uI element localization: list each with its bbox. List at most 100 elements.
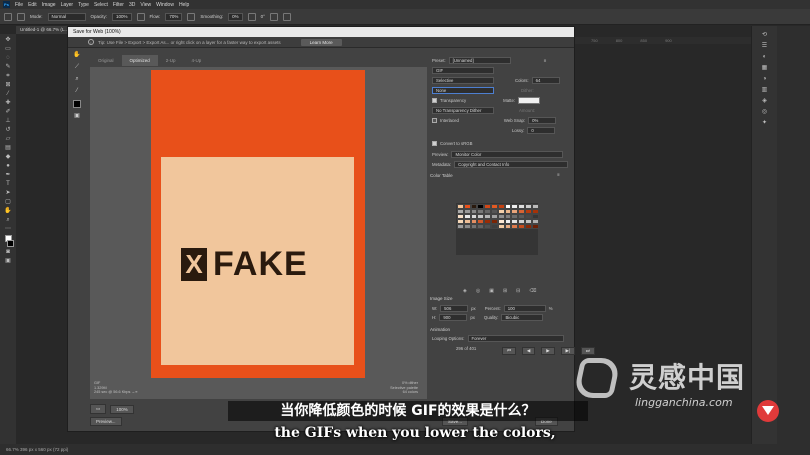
learn-more-button[interactable]: Learn More	[300, 38, 342, 46]
dodge-tool-icon[interactable]: ●	[4, 163, 13, 170]
color-table-swatch[interactable]	[511, 224, 519, 229]
menu-select[interactable]: Select	[94, 2, 108, 8]
color-table-swatch[interactable]	[484, 224, 491, 229]
tab-optimized[interactable]: Optimized	[121, 55, 158, 66]
symmetry-icon[interactable]	[282, 12, 291, 21]
map-transparency-icon[interactable]: ◈	[463, 288, 467, 294]
color-table-swatch[interactable]	[504, 224, 512, 229]
color-panel-icon[interactable]: ◐	[761, 54, 768, 60]
tab-original[interactable]: Original	[90, 55, 122, 66]
path-select-tool-icon[interactable]: ➤	[4, 190, 13, 197]
hand-tool-icon[interactable]: ✋	[73, 52, 82, 59]
width-field[interactable]: 506	[440, 305, 469, 312]
brush-preset-icon[interactable]	[4, 12, 12, 21]
menu-layer[interactable]: Layer	[61, 2, 74, 8]
frame-tool-icon[interactable]: ⊠	[4, 82, 13, 89]
zoom-tool-icon[interactable]: ⌕	[73, 76, 82, 83]
quick-select-tool-icon[interactable]: ✎	[4, 64, 13, 71]
background-color-swatch[interactable]	[6, 240, 14, 247]
color-table-swatch[interactable]	[490, 224, 498, 229]
opacity-field[interactable]: 100%	[112, 12, 132, 21]
properties-panel-icon[interactable]: ☰	[761, 43, 768, 49]
first-frame-icon[interactable]: ⏮	[502, 347, 516, 355]
web-shift-icon[interactable]: ◎	[476, 288, 480, 294]
move-tool-icon[interactable]: ✥	[4, 37, 13, 44]
color-table-swatch[interactable]	[524, 224, 532, 229]
format-select[interactable]: GIF	[432, 67, 494, 74]
flow-field[interactable]: 70%	[165, 12, 183, 21]
preset-menu-icon[interactable]: ≡	[544, 58, 547, 63]
swatches-panel-icon[interactable]: ▦	[761, 65, 768, 71]
crop-tool-icon[interactable]: ⌗	[4, 73, 13, 80]
menu-help[interactable]: Help	[179, 2, 189, 8]
preset-select[interactable]: [Unnamed]	[448, 57, 511, 64]
interlaced-checkbox[interactable]	[432, 118, 437, 123]
zoom-select[interactable]: 100%	[110, 404, 134, 414]
height-field[interactable]: 900	[439, 314, 468, 321]
lasso-tool-icon[interactable]: ◌	[4, 55, 13, 62]
layers-panel-icon[interactable]: ◈	[761, 98, 768, 104]
more-tools-icon[interactable]: ⋯	[4, 226, 13, 233]
color-table[interactable]	[456, 203, 539, 255]
menu-type[interactable]: Type	[78, 2, 89, 8]
eyedropper-tool-icon[interactable]: ⁄	[73, 88, 82, 95]
pen-tool-icon[interactable]: ✒	[4, 172, 13, 179]
delete-color-icon[interactable]: ⊟	[516, 288, 520, 294]
zoom-out-button[interactable]: ▭	[90, 404, 107, 414]
blur-tool-icon[interactable]: ◆	[4, 154, 13, 161]
quality-select[interactable]: Bicubic	[501, 314, 544, 321]
colors-field[interactable]: 64	[531, 77, 560, 84]
eyedropper-tool-icon[interactable]: ⁄	[4, 91, 13, 98]
last-frame-icon[interactable]: ⏭	[580, 347, 595, 355]
menu-image[interactable]: Image	[42, 2, 56, 8]
percent-field[interactable]: 100	[503, 305, 546, 312]
channels-panel-icon[interactable]: ◎	[761, 109, 768, 115]
transparency-dither-select[interactable]: No Transparency Dither	[432, 107, 494, 114]
matte-swatch[interactable]	[518, 97, 541, 104]
menu-filter[interactable]: Filter	[113, 2, 124, 8]
preview-select[interactable]: Monitor Color	[451, 151, 564, 158]
menu-view[interactable]: View	[140, 2, 151, 8]
adjustments-panel-icon[interactable]: ◑	[761, 76, 768, 82]
airbrush-icon[interactable]	[187, 12, 196, 21]
transparency-checkbox[interactable]	[432, 98, 437, 103]
color-table-swatch[interactable]	[531, 224, 539, 229]
menu-edit[interactable]: Edit	[28, 2, 37, 8]
quick-mask-icon[interactable]: ◙	[4, 249, 13, 256]
play-icon[interactable]: ▶	[541, 347, 555, 355]
zoom-tool-icon[interactable]: ⌕	[4, 217, 13, 224]
dither-method-select[interactable]: None	[432, 87, 494, 94]
looping-select[interactable]: Forever	[467, 335, 564, 342]
history-panel-icon[interactable]: ⟲	[761, 32, 768, 38]
tab-4-up[interactable]: 4-Up	[184, 55, 210, 66]
trash-icon[interactable]: ⌫	[529, 288, 536, 294]
tab-2-up[interactable]: 2-Up	[158, 55, 184, 66]
type-tool-icon[interactable]: T	[4, 181, 13, 188]
toggle-slices-icon[interactable]: ▣	[73, 113, 82, 120]
hand-tool-icon[interactable]: ✋	[4, 208, 13, 215]
pressure-opacity-icon[interactable]	[136, 12, 145, 21]
smoothing-settings-icon[interactable]	[247, 12, 256, 21]
previous-frame-icon[interactable]: ◀	[521, 347, 536, 355]
metadata-select[interactable]: Copyright and Contact Info	[454, 161, 569, 168]
color-table-swatch[interactable]	[457, 224, 464, 229]
eraser-tool-icon[interactable]: ▱	[4, 136, 13, 143]
brush-settings-icon[interactable]	[17, 12, 25, 21]
gradient-tool-icon[interactable]: ▤	[4, 145, 13, 152]
menu-window[interactable]: Window	[156, 2, 174, 8]
libraries-panel-icon[interactable]: ▥	[761, 87, 768, 93]
brush-tool-icon[interactable]: ✐	[4, 109, 13, 116]
reduction-select[interactable]: Selective	[432, 77, 494, 84]
shape-tool-icon[interactable]: ▢	[4, 199, 13, 206]
next-frame-icon[interactable]: ▶|	[560, 347, 575, 355]
stamp-tool-icon[interactable]: ⊥	[4, 118, 13, 125]
menu-file[interactable]: File	[15, 2, 23, 8]
eyedropper-color-swatch[interactable]	[73, 100, 81, 108]
color-table-swatch[interactable]	[518, 224, 525, 229]
mode-select[interactable]: Normal	[47, 12, 86, 21]
pressure-size-icon[interactable]	[269, 12, 278, 21]
lock-color-icon[interactable]: ▣	[489, 288, 494, 294]
preview-button[interactable]: Preview...	[90, 417, 122, 426]
history-brush-tool-icon[interactable]: ↺	[4, 127, 13, 134]
menu-3d[interactable]: 3D	[129, 2, 135, 8]
